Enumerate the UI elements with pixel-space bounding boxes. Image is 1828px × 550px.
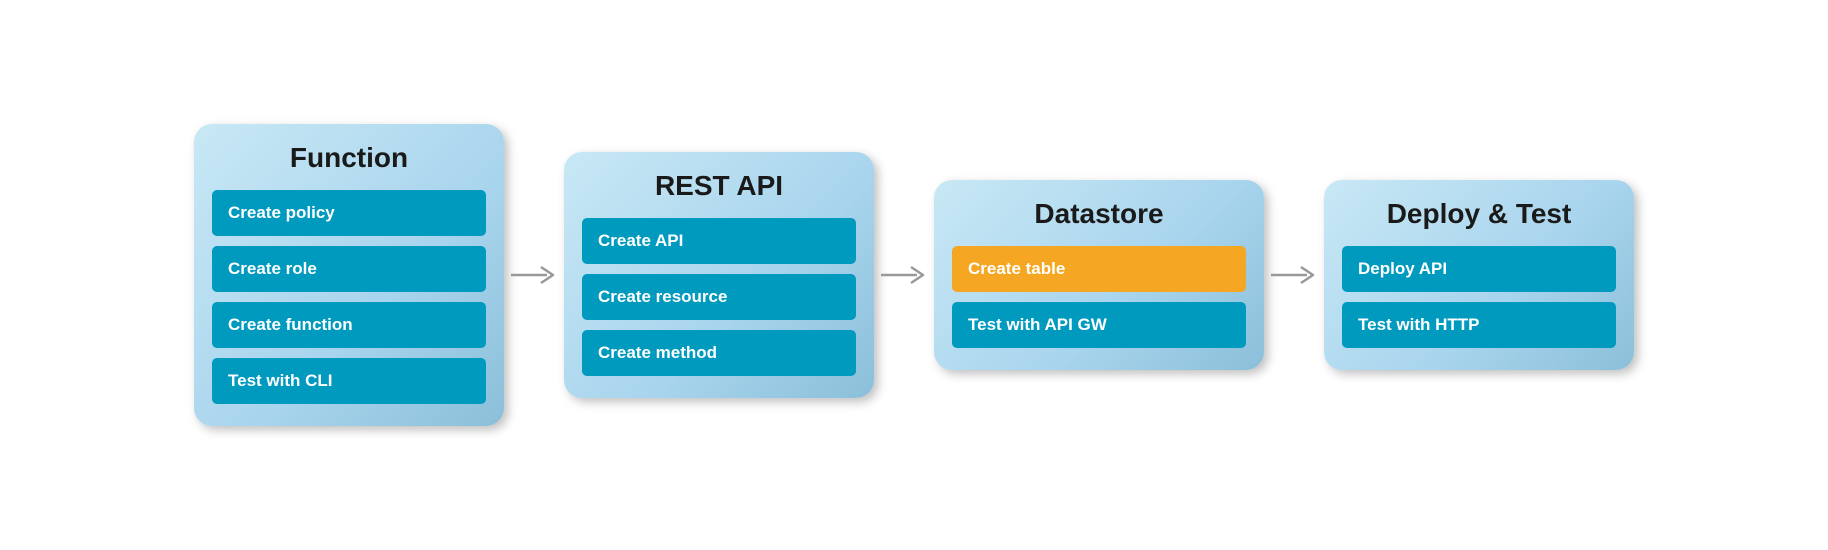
panel-items-restapi: Create API Create resource Create method (582, 218, 856, 376)
item-btn-datastore-0[interactable]: Create table (952, 246, 1246, 292)
item-btn-function-1[interactable]: Create role (212, 246, 486, 292)
item-btn-restapi-2[interactable]: Create method (582, 330, 856, 376)
panel-title-function: Function (212, 142, 486, 174)
item-btn-deploy-1[interactable]: Test with HTTP (1342, 302, 1616, 348)
panel-items-deploy: Deploy API Test with HTTP (1342, 246, 1616, 348)
item-btn-restapi-0[interactable]: Create API (582, 218, 856, 264)
panel-title-datastore: Datastore (952, 198, 1246, 230)
item-btn-function-0[interactable]: Create policy (212, 190, 486, 236)
panel-title-restapi: REST API (582, 170, 856, 202)
panel-restapi: REST APICreate APICreate resourceCreate … (564, 152, 874, 398)
item-btn-restapi-1[interactable]: Create resource (582, 274, 856, 320)
panel-function: Function Create policy Create role Create f… (194, 124, 504, 426)
panel-deploy: Deploy & Test Deploy API Test with HTTP (1324, 180, 1634, 370)
item-btn-function-3[interactable]: Test with CLI (212, 358, 486, 404)
arrow-1 (874, 255, 934, 295)
diagram: Function Create policy Create role Create f… (164, 104, 1664, 446)
arrow-2 (1264, 255, 1324, 295)
arrow-0 (504, 255, 564, 295)
item-btn-datastore-1[interactable]: Test with API GW (952, 302, 1246, 348)
item-btn-function-2[interactable]: Create function (212, 302, 486, 348)
panel-title-deploy: Deploy & Test (1342, 198, 1616, 230)
panel-items-datastore: Create table Test with API GW (952, 246, 1246, 348)
panel-datastore: Datastore Create table Test with API GW (934, 180, 1264, 370)
item-btn-deploy-0[interactable]: Deploy API (1342, 246, 1616, 292)
panel-items-function: Create policy Create role Create function T… (212, 190, 486, 404)
